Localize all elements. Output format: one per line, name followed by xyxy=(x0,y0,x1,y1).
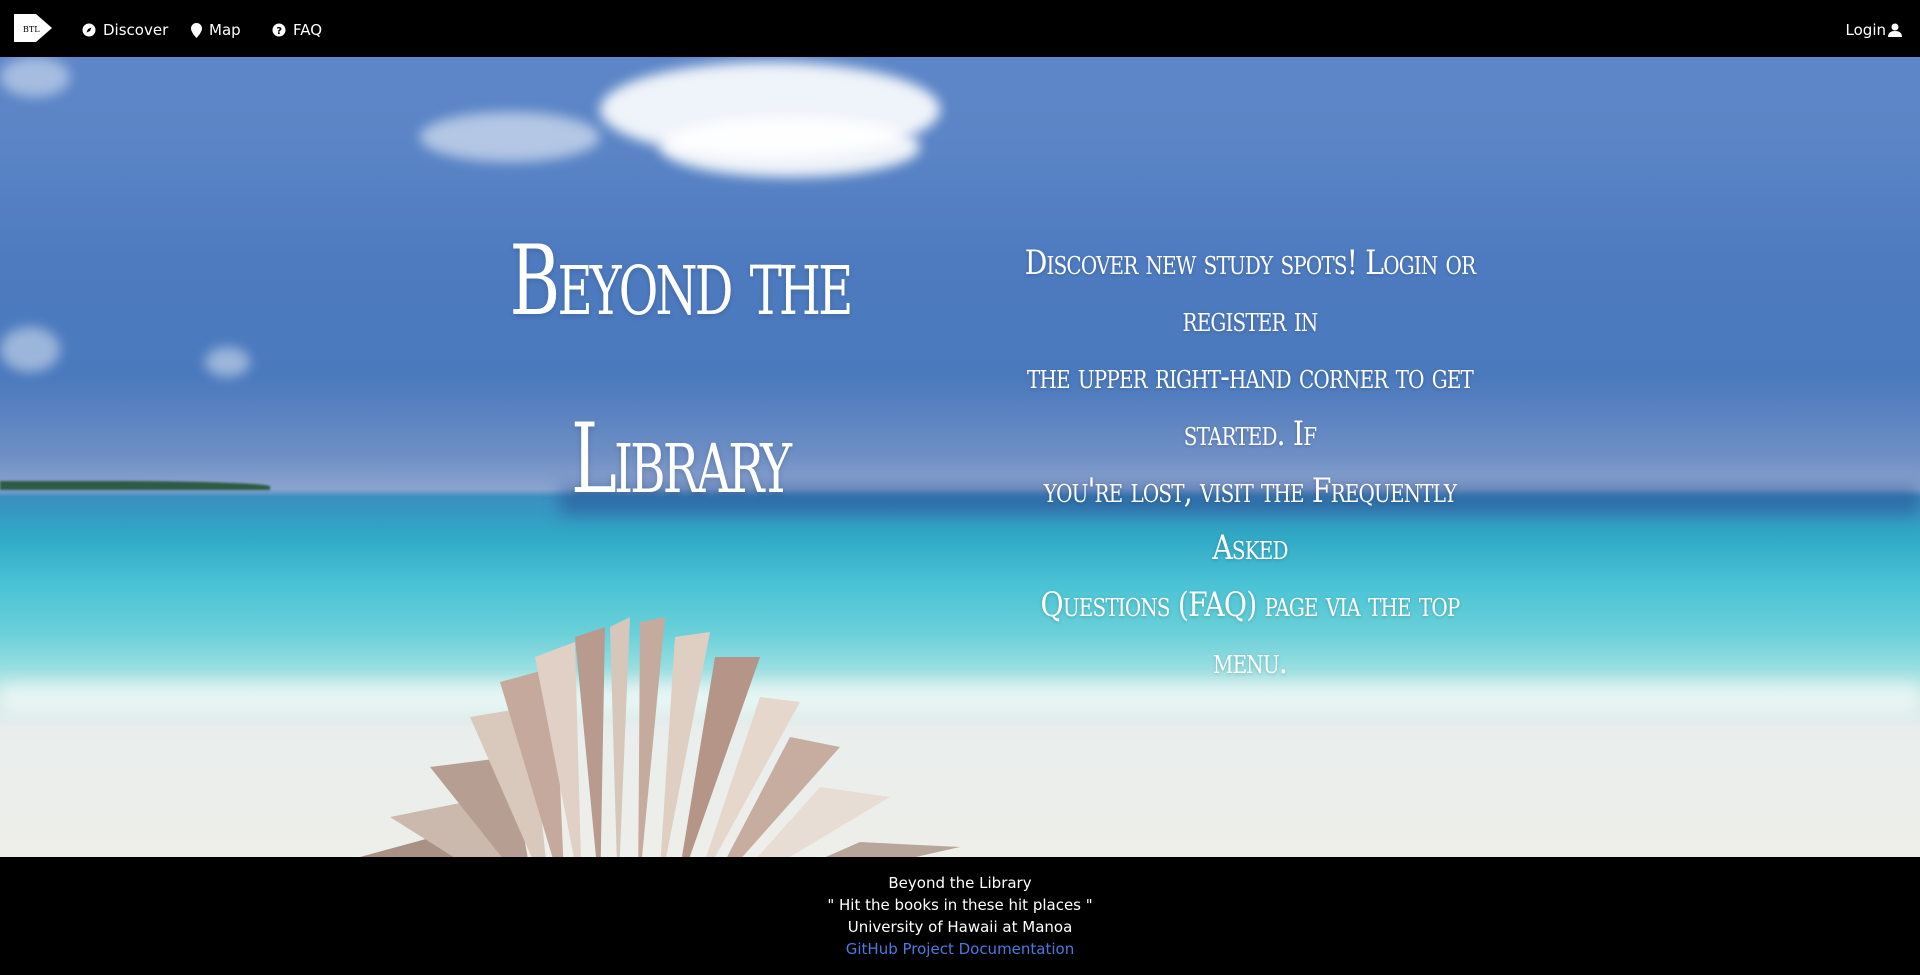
question-circle-icon: ? xyxy=(272,23,286,37)
footer-university: University of Hawaii at Manoa xyxy=(847,918,1073,936)
cloud xyxy=(0,327,60,372)
cloud xyxy=(205,347,250,377)
footer-tagline: " Hit the books in these hit places " xyxy=(827,896,1093,914)
hero-description-line: the upper right-hand corner to get start… xyxy=(1027,357,1474,454)
hero-title-line1: Beyond the xyxy=(509,225,854,337)
login-button[interactable]: Login xyxy=(1846,19,1902,41)
hero-section: Beyond the Library Discover new study sp… xyxy=(0,57,1920,857)
compass-icon xyxy=(82,23,96,37)
nav-faq-link[interactable]: ? FAQ xyxy=(272,19,322,41)
hero-title-line2: Library xyxy=(570,403,792,515)
cloud xyxy=(420,112,600,162)
github-documentation-link[interactable]: GitHub Project Documentation xyxy=(846,940,1074,958)
island xyxy=(0,481,270,490)
open-book-image xyxy=(360,617,960,857)
footer: Beyond the Library " Hit the books in th… xyxy=(0,857,1920,975)
svg-text:?: ? xyxy=(276,26,282,37)
hero-description-line: Discover new study spots! Login or regis… xyxy=(1024,243,1476,340)
nav-discover-label: Discover xyxy=(103,21,169,39)
home-logo-icon[interactable]: BTL xyxy=(14,14,52,42)
hero-description-line: Questions (FAQ) page via the top menu. xyxy=(1040,585,1461,682)
top-navbar: BTL Discover Map ? FAQ Login xyxy=(0,0,1920,57)
login-label: Login xyxy=(1845,21,1886,39)
hero-description: Discover new study spots! Login or regis… xyxy=(1005,235,1495,691)
cloud xyxy=(0,57,70,97)
user-icon xyxy=(1888,23,1902,37)
logo-text: BTL xyxy=(23,25,40,34)
footer-site-name: Beyond the Library xyxy=(888,874,1032,892)
nav-map-link[interactable]: Map xyxy=(191,19,241,41)
hero-title: Beyond the Library xyxy=(493,192,867,548)
nav-discover-link[interactable]: Discover xyxy=(82,19,168,41)
nav-faq-label: FAQ xyxy=(293,21,323,39)
map-pin-icon xyxy=(191,22,202,38)
nav-map-label: Map xyxy=(209,21,241,39)
hero-description-line: you're lost, visit the Frequently Asked xyxy=(1043,471,1457,568)
cloud xyxy=(660,117,920,177)
